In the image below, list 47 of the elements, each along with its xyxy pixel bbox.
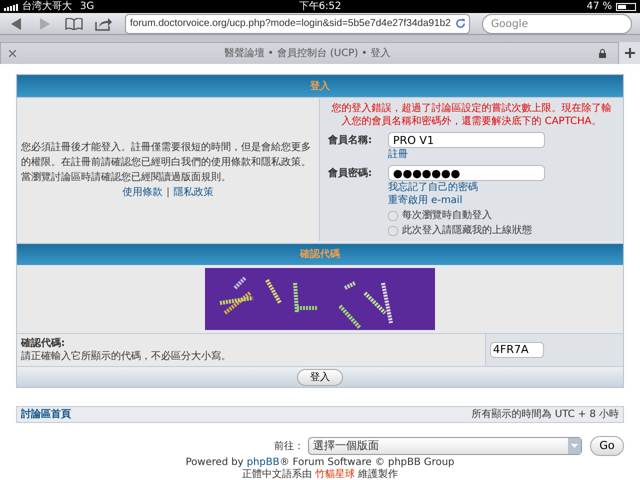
plus-icon[interactable]	[624, 48, 634, 58]
timezone-text: 所有顯示的時間為 UTC + 8 小時	[472, 408, 619, 422]
username-field[interactable]: PRO V1	[388, 132, 545, 148]
reload-icon[interactable]	[454, 18, 466, 30]
battery-percent: 47 %	[586, 0, 612, 13]
clock: 下午6:52	[298, 0, 342, 13]
new-tab-button[interactable]	[618, 42, 640, 64]
url-field[interactable]: forum.doctorvoice.org/ucp.php?mode=login&sid=5b5e7d4e27f34da91b2	[125, 14, 470, 34]
jump-label: 前往：	[274, 440, 304, 454]
credit-text: 正體中文語系由 竹貓星球 維護製作	[240, 469, 400, 480]
carrier-name: 台湾大哥大	[22, 0, 72, 13]
login-button[interactable]: 登入	[297, 368, 343, 386]
section-title: 確認代碼	[300, 248, 340, 262]
browser-tab[interactable]: 醫聲論壇 • 會員控制台 (UCP) • 登入	[0, 42, 618, 64]
policy-link[interactable]: 隱私政策	[174, 184, 214, 200]
battery-icon	[616, 2, 636, 10]
error-message: 您的登入錯誤，超過了討論區設定的嘗試次數上限。現在除了輸入您的會員名稱和密碼外，還需要解決底下的 CAPTCHA。	[330, 102, 612, 128]
link-separator: |	[166, 186, 170, 200]
policy-link[interactable]: 使用條款	[122, 184, 162, 200]
checkbox-label: 每次瀏覽時自動登入	[402, 209, 492, 222]
search-field[interactable]: Google	[482, 14, 632, 34]
close-icon[interactable]	[9, 50, 16, 57]
link[interactable]: phpBB	[246, 457, 280, 468]
form-link[interactable]: 重寄啟用 e-mail	[388, 195, 545, 207]
lock-icon	[599, 49, 606, 58]
form-link[interactable]: 註冊	[388, 149, 545, 161]
forum-select[interactable]: 選擇一個版面	[308, 437, 582, 455]
checkbox-label: 此次登入請隱藏我的上線狀態	[402, 224, 532, 237]
home-link[interactable]: 討論區首頁	[21, 407, 71, 422]
go-button[interactable]: Go	[590, 436, 624, 456]
field-label: 會員名稱:	[328, 134, 373, 148]
password-field[interactable]: ●●●●●●●	[388, 165, 545, 181]
hint-text: 請正確輸入它所顯示的代碼，不必區分大小寫。	[21, 350, 232, 363]
checkbox[interactable]	[388, 226, 398, 236]
section-title: 登入	[310, 80, 330, 94]
form-link[interactable]: 我忘記了自己的密碼	[388, 182, 545, 194]
signal-icon	[4, 2, 18, 10]
powered-by-text: Powered by phpBB® Forum Software © phpBB Group	[184, 457, 456, 468]
tab-title: 醫聲論壇 • 會員控制台 (UCP) • 登入	[224, 46, 392, 61]
field-label: 會員密碼:	[328, 166, 373, 181]
intro-text: 您必須註冊後才能登入。註冊僅需要很短的時間，但是會給您更多的權限。在註冊前請確認您已經明白我們的使用條款和隱私政策。當瀏覽討論區時請確認您已經閱讀過版面規則。	[21, 140, 312, 184]
network-type: 3G	[80, 0, 94, 13]
field-label: 確認代碼:	[21, 337, 66, 350]
captcha-field[interactable]: 4FR7A	[490, 342, 544, 358]
checkbox[interactable]	[388, 210, 398, 220]
dropdown-caret-icon	[568, 438, 581, 454]
link[interactable]: 竹貓星球	[315, 469, 355, 480]
